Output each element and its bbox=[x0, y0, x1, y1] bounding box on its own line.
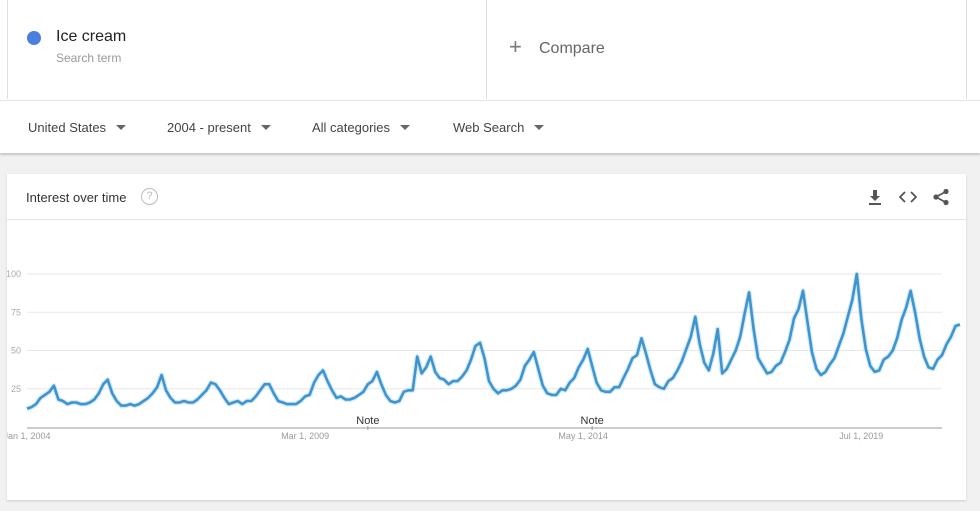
note-annotation: Note bbox=[356, 415, 379, 427]
compare-button[interactable]: + Compare bbox=[487, 0, 967, 99]
chevron-down-icon bbox=[534, 125, 545, 130]
line-chart[interactable]: 25 50 75 100 Jan 1, 2004 Mar 1, 2009 May 1, 20… bbox=[7, 220, 966, 500]
search-term-subtitle: Search term bbox=[56, 51, 122, 65]
filter-region-dropdown[interactable]: United States bbox=[28, 120, 127, 135]
filter-region-label: United States bbox=[28, 120, 107, 135]
filter-category-dropdown[interactable]: All categories bbox=[312, 120, 411, 135]
x-tick-label: Mar 1, 2009 bbox=[281, 431, 329, 441]
compare-label: Compare bbox=[539, 40, 605, 57]
embed-code-icon[interactable] bbox=[897, 186, 919, 208]
chevron-down-icon bbox=[116, 125, 127, 130]
y-tick-label: 75 bbox=[11, 307, 21, 317]
filter-search-type-dropdown[interactable]: Web Search bbox=[453, 120, 545, 135]
filter-time-dropdown[interactable]: 2004 - present bbox=[167, 120, 271, 135]
search-term-title: Ice cream bbox=[56, 28, 127, 45]
x-tick-label: Jan 1, 2004 bbox=[7, 431, 51, 441]
filter-search-type-label: Web Search bbox=[453, 120, 525, 135]
y-tick-label: 50 bbox=[11, 346, 21, 356]
note-annotation: Note bbox=[581, 415, 604, 427]
chevron-down-icon bbox=[400, 125, 411, 130]
x-tick-label: May 1, 2014 bbox=[558, 431, 608, 441]
filter-time-label: 2004 - present bbox=[167, 120, 251, 135]
plus-icon: + bbox=[509, 34, 522, 59]
filter-category-label: All categories bbox=[312, 120, 391, 135]
help-icon[interactable]: ? bbox=[141, 188, 158, 205]
search-term-card[interactable]: Ice cream Search term bbox=[7, 0, 487, 99]
interest-over-time-card: Interest over time ? 25 50 75 100 Jan 1, 200… bbox=[7, 174, 966, 500]
download-icon[interactable] bbox=[864, 186, 886, 208]
series-color-dot-icon bbox=[27, 31, 41, 45]
filters-bar: United States 2004 - present All categor… bbox=[0, 100, 980, 153]
card-header: Interest over time ? bbox=[7, 174, 966, 220]
share-icon[interactable] bbox=[930, 186, 952, 208]
card-title: Interest over time bbox=[26, 190, 127, 205]
search-terms-bar: Ice cream Search term + Compare bbox=[0, 0, 980, 100]
chevron-down-icon bbox=[260, 125, 271, 130]
y-tick-label: 25 bbox=[11, 384, 21, 394]
y-tick-label: 100 bbox=[7, 269, 21, 279]
x-tick-label: Jul 1, 2019 bbox=[839, 431, 883, 441]
